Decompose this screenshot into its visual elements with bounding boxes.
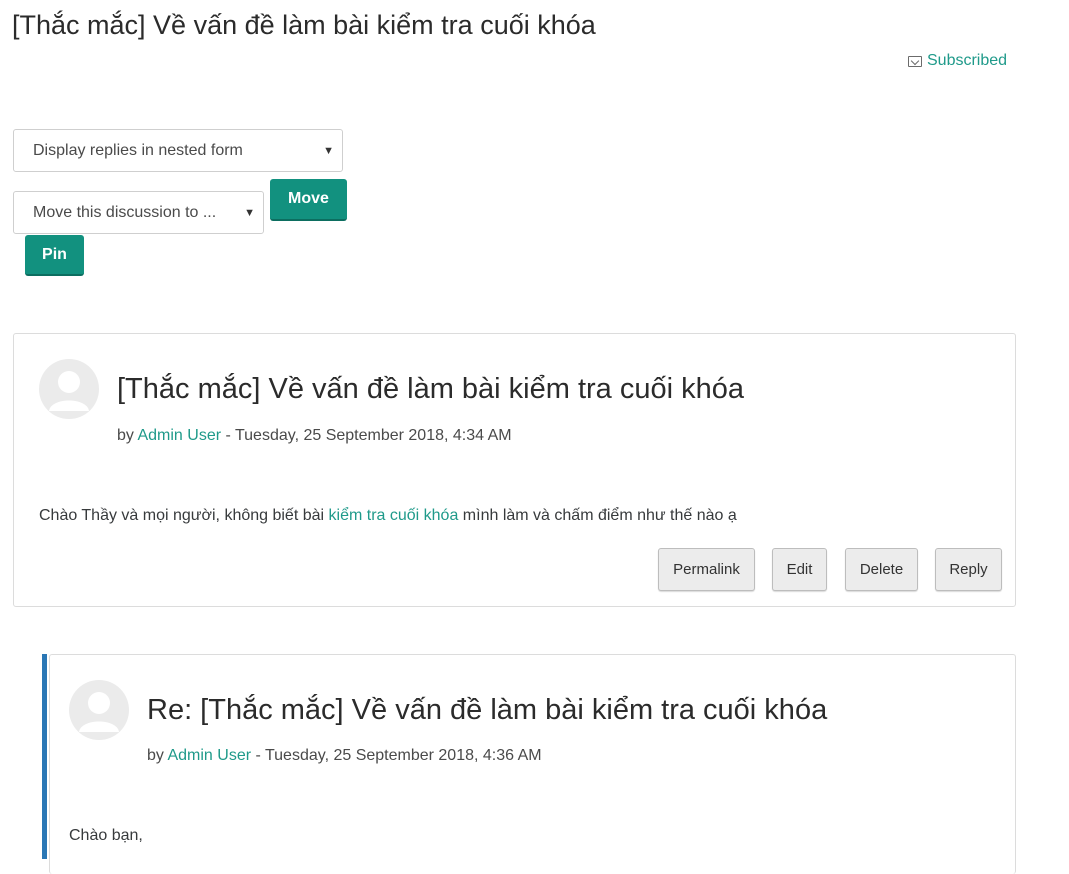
post-body: Chào Thầy và mọi người, không biết bài k…	[39, 507, 737, 525]
user-avatar-icon[interactable]	[69, 680, 129, 740]
post-byline: by Admin User - Tuesday, 25 September 20…	[147, 747, 542, 765]
author-link[interactable]: Admin User	[137, 427, 221, 444]
page-title: [Thắc mắc] Về vấn đề làm bài kiểm tra cu…	[12, 10, 596, 40]
caret-down-icon: ▼	[244, 206, 255, 219]
byline-prefix: by	[117, 427, 134, 444]
author-link[interactable]: Admin User	[167, 747, 251, 764]
body-text: mình làm và chấm điểm như thế nào ạ	[458, 507, 737, 524]
body-link[interactable]: kiểm tra cuối khóa	[329, 507, 459, 524]
permalink-button[interactable]: Permalink	[658, 548, 755, 591]
reply-button[interactable]: Reply	[935, 548, 1002, 591]
move-target-value: Move this discussion to ...	[33, 203, 217, 221]
envelope-icon	[908, 55, 922, 67]
subscribe-toggle[interactable]: Subscribed	[908, 52, 1007, 70]
move-button[interactable]: Move	[270, 179, 347, 221]
post-subject: Re: [Thắc mắc] Về vấn đề làm bài kiểm tr…	[147, 694, 828, 726]
user-avatar-icon[interactable]	[39, 359, 99, 419]
byline-prefix: by	[147, 747, 164, 764]
delete-button[interactable]: Delete	[845, 548, 918, 591]
post-byline: by Admin User - Tuesday, 25 September 20…	[117, 427, 512, 445]
post-date: - Tuesday, 25 September 2018, 4:36 AM	[251, 747, 542, 764]
move-discussion-select[interactable]: Move this discussion to ... ▼	[13, 191, 264, 234]
edit-button[interactable]: Edit	[772, 548, 827, 591]
post-body: Chào bạn,	[69, 827, 143, 844]
subscribe-label: Subscribed	[927, 52, 1008, 69]
reply-indicator	[42, 654, 47, 859]
caret-down-icon: ▼	[323, 144, 334, 157]
post-subject: [Thắc mắc] Về vấn đề làm bài kiểm tra cu…	[117, 373, 745, 405]
pin-button[interactable]: Pin	[25, 235, 84, 276]
display-mode-select[interactable]: Display replies in nested form ▼	[13, 129, 343, 172]
display-mode-value: Display replies in nested form	[33, 141, 243, 159]
body-text: Chào Thầy và mọi người, không biết bài	[39, 507, 329, 524]
post-date: - Tuesday, 25 September 2018, 4:34 AM	[221, 427, 512, 444]
